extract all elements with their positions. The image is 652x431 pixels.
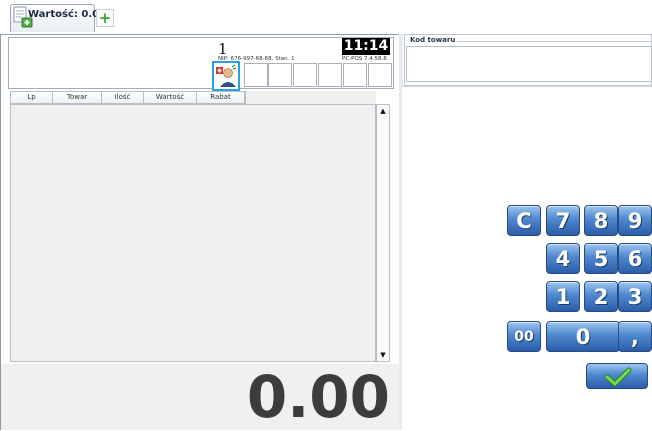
key-7[interactable]: 7 <box>546 205 580 236</box>
total-amount: 0.00 <box>246 363 390 431</box>
function-slot[interactable] <box>268 63 292 87</box>
column-header-wartosc[interactable]: Wartość <box>144 91 197 104</box>
column-header-rabat[interactable]: Rabat <box>197 91 245 104</box>
column-header-towar[interactable]: Towar <box>53 91 102 104</box>
key-4[interactable]: 4 <box>546 243 580 274</box>
function-slot[interactable] <box>343 63 367 87</box>
comma-key[interactable]: , <box>618 321 652 352</box>
customer-icon <box>216 64 237 87</box>
key-1[interactable]: 1 <box>546 281 580 312</box>
product-code-input[interactable] <box>406 46 652 82</box>
product-code-label: Kod towaru <box>408 36 458 44</box>
zero-key[interactable]: 0 <box>546 321 620 352</box>
double-zero-key[interactable]: 00 <box>507 321 541 352</box>
add-tab-button[interactable]: + <box>96 9 114 27</box>
function-slot[interactable] <box>293 63 317 87</box>
checkmark-icon <box>604 367 632 387</box>
group-border-line <box>452 41 652 42</box>
grid-scrollbar[interactable] <box>376 104 390 362</box>
column-header-lp[interactable]: Lp <box>11 91 53 104</box>
items-grid[interactable] <box>10 104 376 362</box>
function-slot[interactable] <box>318 63 342 87</box>
grid-header-empty <box>246 91 376 104</box>
key-9[interactable]: 9 <box>618 205 652 236</box>
function-slot[interactable] <box>368 63 392 87</box>
confirm-button[interactable] <box>586 363 648 389</box>
key-6[interactable]: 6 <box>618 243 652 274</box>
scroll-down-icon[interactable]: ▼ <box>377 349 389 361</box>
key-2[interactable]: 2 <box>584 281 618 312</box>
customer-slot[interactable] <box>212 61 240 91</box>
version-label: PC-POS 7.4.58.8 <box>342 56 387 62</box>
clear-key[interactable]: C <box>507 205 541 236</box>
key-3[interactable]: 3 <box>618 281 652 312</box>
key-5[interactable]: 5 <box>584 243 618 274</box>
clock: 11:14 <box>342 38 390 55</box>
function-slot[interactable] <box>244 63 268 87</box>
tab-label: Wartość: 0.00 <box>28 9 107 20</box>
column-header-ilosc[interactable]: Ilość <box>102 91 144 104</box>
scroll-up-icon[interactable]: ▲ <box>377 105 389 117</box>
key-8[interactable]: 8 <box>584 205 618 236</box>
